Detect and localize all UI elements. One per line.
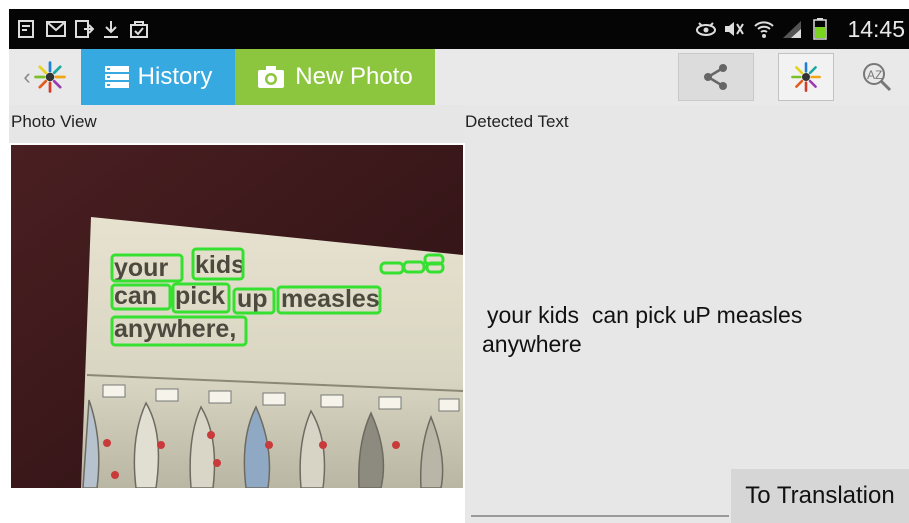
battery-icon — [809, 18, 831, 40]
photo-scene: your kids can pick up measles anywhere, — [11, 145, 463, 488]
to-translation-button[interactable]: To Translation — [731, 469, 909, 523]
mail-icon — [45, 18, 67, 40]
clock: 14:45 — [847, 16, 905, 42]
tab-history-label: History — [137, 63, 213, 90]
list-icon — [104, 66, 129, 88]
camera-icon — [258, 66, 285, 88]
svg-text:kids: kids — [195, 251, 245, 279]
tab-new-photo-label: New Photo — [295, 63, 413, 90]
download-icon — [100, 18, 122, 40]
svg-text:AZ: AZ — [867, 68, 882, 82]
svg-text:measles: measles — [281, 285, 380, 313]
camera-photo[interactable]: your kids can pick up measles anywhere, — [11, 145, 463, 488]
svg-text:pick: pick — [175, 282, 225, 310]
detected-text-line-2: anywhere — [482, 331, 582, 357]
share-button[interactable] — [678, 53, 754, 101]
svg-text:anywhere,: anywhere, — [114, 315, 236, 343]
app-logo-icon — [33, 61, 66, 93]
app-logo-button[interactable] — [778, 53, 834, 101]
tab-history[interactable]: History — [81, 49, 235, 105]
tab-new-photo[interactable]: New Photo — [235, 49, 435, 105]
detected-text-label: Detected Text — [465, 112, 569, 131]
az-search-button[interactable]: AZ — [855, 53, 899, 101]
photo-view-pane: Photo View your kids can pick up measles… — [9, 105, 465, 523]
notification-icon — [16, 18, 38, 40]
svg-text:your: your — [114, 254, 168, 282]
home-up-button[interactable]: ‹ — [9, 49, 81, 105]
detected-text-line-1: your kids can pick uP measles — [487, 302, 803, 328]
detected-text-pane: Detected Text your kids can pick uP meas… — [465, 105, 909, 523]
photo-view-label: Photo View — [9, 105, 465, 143]
bag-icon — [128, 18, 150, 40]
status-bar: 14:45 — [9, 9, 909, 49]
wifi-icon — [753, 18, 775, 40]
action-bar: ‹ History New Photo AZ — [9, 49, 909, 105]
text-field-underline — [471, 515, 729, 517]
az-search-icon: AZ — [863, 63, 892, 92]
detected-text-field[interactable]: your kids can pick uP measles anywhere — [482, 301, 892, 359]
share-icon — [704, 64, 727, 90]
mute-icon — [723, 18, 745, 40]
screen-icon — [73, 18, 95, 40]
eye-icon — [695, 18, 717, 40]
back-chevron-icon: ‹ — [23, 64, 31, 89]
app-logo-icon — [791, 62, 821, 92]
signal-icon — [781, 18, 803, 40]
